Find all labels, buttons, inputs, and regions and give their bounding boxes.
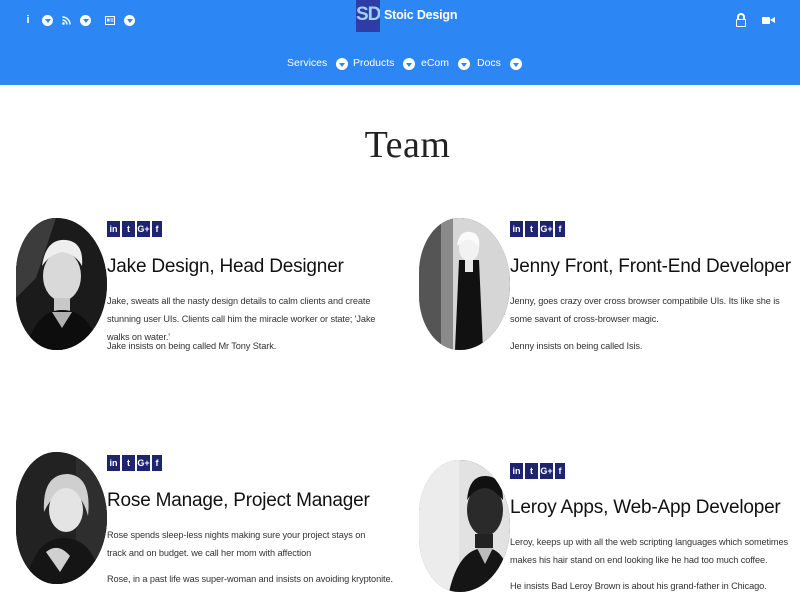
video-camera-icon[interactable] [762, 12, 776, 28]
member-note: Jenny insists on being called Isis. [510, 341, 643, 351]
team-photo-rose [16, 452, 107, 584]
social-links: in t G+ f [510, 221, 565, 237]
linkedin-icon[interactable]: in [107, 221, 120, 237]
brand[interactable]: SD Stoic Design [356, 0, 458, 32]
rss-icon [60, 12, 72, 28]
member-bio: Rose spends sleep-less nights making sur… [107, 530, 366, 558]
member-bio: Jake, sweats all the nasty design detail… [107, 296, 376, 342]
member-note: He insists Bad Leroy Brown is about his … [510, 581, 767, 591]
chevron-down-icon[interactable] [42, 14, 53, 26]
member-note: Rose, in a past life was super-woman and… [107, 574, 393, 584]
twitter-icon[interactable]: t [122, 221, 135, 237]
member-bio: Jenny, goes crazy over cross browser com… [510, 296, 780, 324]
member-note: Jake insists on being called Mr Tony Sta… [107, 341, 277, 351]
twitter-icon[interactable]: t [122, 455, 135, 471]
info-icon: i [26, 14, 30, 26]
google-plus-icon[interactable]: G+ [137, 455, 150, 471]
member-name: Leroy Apps, Web-App Developer [510, 497, 781, 518]
nav-item-ecom[interactable]: eCom [421, 56, 471, 70]
google-plus-icon[interactable]: G+ [540, 463, 553, 479]
chevron-down-icon[interactable] [403, 58, 416, 70]
info-menu[interactable]: i [22, 12, 53, 28]
facebook-icon[interactable]: f [152, 455, 162, 471]
logo: SD [356, 0, 380, 32]
nav-label: Docs [477, 57, 501, 69]
team-photo-leroy [419, 460, 510, 592]
nav-label: Services [287, 57, 328, 69]
chevron-down-icon[interactable] [509, 58, 522, 70]
brand-name: Stoic Design [384, 8, 458, 22]
member-bio: Leroy, keeps up with all the web scripti… [510, 537, 788, 565]
lock-icon[interactable] [735, 12, 747, 28]
nav-item-docs[interactable]: Docs [477, 56, 522, 70]
facebook-icon[interactable]: f [555, 221, 565, 237]
linkedin-icon[interactable]: in [510, 463, 523, 479]
chevron-down-icon[interactable] [124, 14, 135, 26]
nav-label: eCom [421, 57, 450, 69]
rss-menu[interactable] [60, 12, 91, 28]
facebook-icon[interactable]: f [555, 463, 565, 479]
chevron-down-icon[interactable] [336, 58, 349, 70]
social-links: in t G+ f [510, 463, 565, 479]
member-name: Rose Manage, Project Manager [107, 490, 370, 511]
google-plus-icon[interactable]: G+ [137, 221, 150, 237]
nav-item-products[interactable]: Products [353, 56, 416, 70]
nav-item-services[interactable]: Services [287, 56, 349, 70]
facebook-icon[interactable]: f [152, 221, 162, 237]
id-card-icon [104, 12, 116, 28]
team-photo-jake [16, 218, 107, 350]
team-photo-jenny [419, 218, 510, 350]
chevron-down-icon[interactable] [80, 14, 91, 26]
page-title: Team [364, 124, 451, 166]
member-name: Jake Design, Head Designer [107, 256, 344, 277]
twitter-icon[interactable]: t [525, 221, 538, 237]
contact-card-menu[interactable] [104, 12, 135, 28]
linkedin-icon[interactable]: in [510, 221, 523, 237]
linkedin-icon[interactable]: in [107, 455, 120, 471]
google-plus-icon[interactable]: G+ [540, 221, 553, 237]
twitter-icon[interactable]: t [525, 463, 538, 479]
member-name: Jenny Front, Front-End Developer [510, 256, 791, 277]
top-header: i SD Stoic Design Services Products eCom… [0, 0, 800, 85]
chevron-down-icon[interactable] [458, 58, 471, 70]
social-links: in t G+ f [107, 221, 162, 237]
social-links: in t G+ f [107, 455, 162, 471]
nav-label: Products [353, 57, 395, 69]
